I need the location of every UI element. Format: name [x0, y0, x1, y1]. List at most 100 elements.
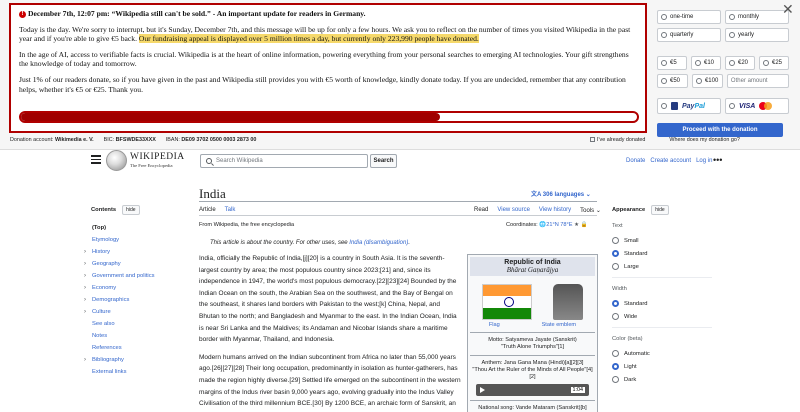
card-option[interactable]: VISA [725, 98, 789, 114]
color-option[interactable]: Dark [612, 373, 712, 386]
toc-item[interactable]: › Culture [84, 306, 191, 318]
chevron-right-icon[interactable]: › [84, 294, 86, 306]
paypal-radio[interactable] [661, 103, 667, 109]
play-icon[interactable] [480, 387, 485, 393]
radio-icon[interactable] [661, 78, 667, 84]
toc-item[interactable]: › Bibliography [84, 354, 191, 366]
radio-icon[interactable] [612, 237, 619, 244]
account-name: Wikimedia e. V. [54, 137, 94, 143]
card-radio[interactable] [729, 103, 735, 109]
national-song: National song: Vande Mataram (Sanskrit)[… [478, 405, 587, 411]
amount-label: €10 [704, 60, 715, 66]
audio-player[interactable]: 1:04 [476, 384, 589, 396]
amount-option[interactable]: €100 [691, 74, 723, 88]
chevron-right-icon[interactable]: › [84, 270, 86, 282]
close-icon[interactable]: ✕ [782, 2, 794, 16]
toc-item[interactable]: (Top) [91, 222, 191, 234]
toc-item-label: Etymology [92, 237, 120, 243]
chevron-right-icon[interactable]: › [84, 258, 86, 270]
disambiguation-link[interactable]: India (disambiguation) [349, 240, 408, 246]
chevron-right-icon[interactable]: › [84, 282, 86, 294]
chevron-right-icon[interactable]: › [84, 354, 86, 366]
width-option[interactable]: Wide [612, 310, 712, 323]
flag-caption[interactable]: Flag [489, 322, 500, 328]
toc-item[interactable]: › Economy [84, 282, 191, 294]
already-donated-checkbox[interactable]: I've already donated [590, 137, 645, 143]
main-menu-icon[interactable] [91, 155, 101, 166]
donate-link[interactable]: Donate [626, 158, 645, 164]
state-emblem-image[interactable] [552, 284, 583, 320]
chevron-right-icon[interactable]: › [84, 246, 86, 258]
amount-option[interactable]: €5 [657, 56, 687, 70]
frequency-option[interactable]: yearly [725, 28, 789, 42]
other-amount-input[interactable]: Other amount [726, 74, 789, 88]
logo-wordmark[interactable]: WIKIPEDIA [130, 152, 185, 162]
checkbox-icon[interactable] [590, 137, 595, 143]
toc-item[interactable]: Etymology [91, 234, 191, 246]
chevron-right-icon[interactable]: › [84, 306, 86, 318]
radio-icon[interactable] [661, 60, 667, 66]
frequency-option[interactable]: quarterly [657, 28, 721, 42]
toc-item-label: Geography [92, 261, 121, 267]
radio-icon[interactable] [729, 32, 735, 38]
toc-item[interactable]: › History [84, 246, 191, 258]
flag-image[interactable] [482, 284, 533, 320]
more-options-icon[interactable]: ••• [713, 155, 722, 165]
frequency-option[interactable]: monthly [725, 10, 789, 24]
radio-icon[interactable] [695, 60, 701, 66]
toc-item[interactable]: › Geography [84, 258, 191, 270]
radio-icon[interactable] [661, 14, 667, 20]
wikipedia-globe-logo[interactable] [106, 150, 127, 171]
text-size-label: Standard [624, 250, 648, 257]
width-option[interactable]: Standard [612, 297, 712, 310]
toc-item-label: Bibliography [92, 357, 124, 363]
toc-item[interactable]: › Government and politics [84, 270, 191, 282]
color-label: Color (beta) [612, 336, 643, 342]
audio-duration: 1:04 [570, 387, 585, 393]
radio-icon[interactable] [612, 300, 619, 307]
create-account-link[interactable]: Create account [650, 158, 691, 164]
toc-hide-button[interactable]: hide [122, 205, 140, 215]
proceed-donation-button[interactable]: Proceed with the donation [657, 123, 783, 137]
radio-icon[interactable] [612, 376, 619, 383]
toc-item[interactable]: See also [91, 318, 191, 330]
infobox: Republic of India Bhārat Gaṇarājya Flag St… [467, 254, 598, 412]
radio-icon[interactable] [612, 363, 619, 370]
color-option[interactable]: Light [612, 360, 712, 373]
mastercard-icon [759, 102, 773, 110]
radio-icon[interactable] [612, 313, 619, 320]
text-size-option[interactable]: Standard [612, 247, 712, 260]
search-button[interactable]: Search [370, 154, 397, 168]
appearance-hide-button[interactable]: hide [651, 205, 669, 215]
amount-option[interactable]: €25 [759, 56, 789, 70]
bic-value: BFSWDE33XXX [115, 137, 156, 143]
text-size-option[interactable]: Small [612, 234, 712, 247]
radio-icon[interactable] [729, 14, 735, 20]
coordinates-link[interactable]: 🌐21°N 78°E [539, 222, 572, 228]
amount-option[interactable]: €10 [691, 56, 721, 70]
toc-item[interactable]: › Demographics [84, 294, 191, 306]
emblem-caption[interactable]: State emblem [542, 322, 577, 328]
language-button[interactable]: 文A 306 languages ⌄ [531, 189, 591, 198]
color-option[interactable]: Automatic [612, 347, 712, 360]
table-of-contents: Contents hide (Top) Etymology › History › Geog… [84, 205, 191, 378]
radio-icon[interactable] [763, 60, 769, 66]
log-in-link[interactable]: Log in [696, 158, 712, 164]
paypal-option[interactable]: PayPal [657, 98, 721, 114]
toc-item[interactable]: External links [91, 366, 191, 378]
radio-icon[interactable] [612, 263, 619, 270]
toc-item[interactable]: References [91, 342, 191, 354]
amount-option[interactable]: €50 [657, 74, 688, 88]
radio-icon[interactable] [612, 350, 619, 357]
star-icon[interactable]: ★ [574, 222, 579, 228]
toc-item[interactable]: Notes [91, 330, 191, 342]
text-size-option[interactable]: Large [612, 260, 712, 273]
radio-icon[interactable] [661, 32, 667, 38]
radio-icon[interactable] [729, 60, 735, 66]
frequency-option[interactable]: one-time [657, 10, 721, 24]
search-input[interactable]: Search Wikipedia [200, 154, 368, 168]
radio-icon[interactable] [695, 78, 702, 84]
where-donation-link[interactable]: Where does my donation go? [669, 137, 739, 143]
amount-option[interactable]: €20 [725, 56, 755, 70]
radio-icon[interactable] [612, 250, 619, 257]
